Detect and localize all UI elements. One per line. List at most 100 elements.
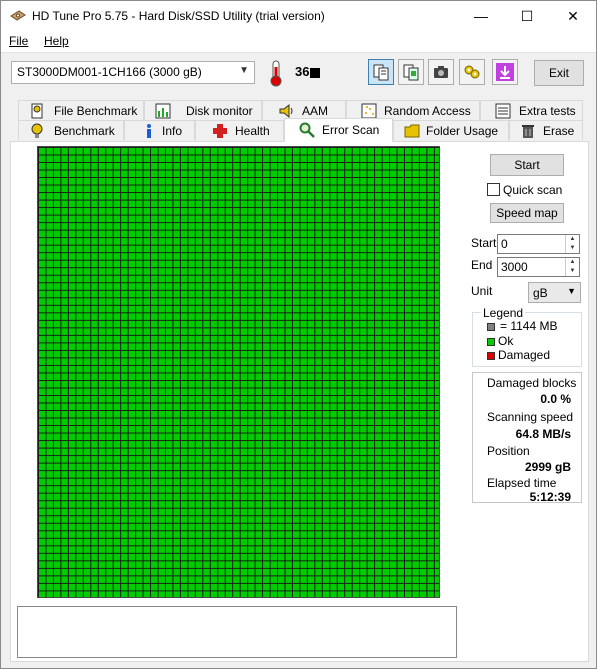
position-label: Position <box>487 444 530 458</box>
tab-label: Folder Usage <box>426 124 499 138</box>
copy-screenshot-icon <box>403 64 419 81</box>
log-output[interactable] <box>17 606 457 658</box>
camera-icon <box>434 66 448 78</box>
quick-scan-checkbox[interactable] <box>487 183 500 196</box>
tab-label: AAM <box>302 104 329 118</box>
scanning-speed-value: 64.8 MB/s <box>515 427 571 441</box>
window-title: HD Tune Pro 5.75 - Hard Disk/SSD Utility… <box>32 9 325 23</box>
end-position-field[interactable]: 3000 ▲ ▼ <box>497 257 580 277</box>
copy-screenshot-button[interactable] <box>398 59 424 85</box>
scanning-speed-label: Scanning speed <box>487 410 574 424</box>
toolbar: ST3000DM001-1CH166 (3000 gB) ▼ 36 Exit <box>1 54 596 94</box>
chevron-down-icon: ▼ <box>239 65 249 76</box>
legend-ok-label: Ok <box>498 334 514 348</box>
info-icon <box>141 123 157 139</box>
block-map <box>37 146 440 598</box>
close-button[interactable]: ✕ <box>550 1 596 31</box>
app-disk-icon <box>10 9 26 23</box>
tab-label: Info <box>162 124 183 138</box>
scan-stats: Damaged blocks 0.0 % Scanning speed 64.8… <box>472 372 582 504</box>
error-scan-panel: Start Quick scan Speed map Start 0 ▲ ▼ E… <box>10 141 589 662</box>
start-field-label: Start <box>471 236 497 250</box>
maximize-button[interactable]: ☐ <box>504 1 550 31</box>
tab-label: Error Scan <box>322 123 380 137</box>
temperature-readout: 36 <box>295 64 321 79</box>
random-access-icon <box>361 103 377 119</box>
tab-label: Health <box>235 124 270 138</box>
tab-disk-monitor[interactable]: Disk monitor <box>144 100 262 120</box>
legend-damaged-swatch <box>487 352 495 360</box>
legend-title: Legend <box>481 306 526 320</box>
tab-label: Erase <box>543 124 575 138</box>
speed-map-button[interactable]: Speed map <box>490 203 564 223</box>
save-button[interactable] <box>492 59 518 85</box>
tab-erase[interactable]: Erase <box>509 120 583 140</box>
spin-up-icon[interactable]: ▲ <box>565 258 579 267</box>
thermometer-icon <box>265 59 287 87</box>
spin-down-icon[interactable]: ▼ <box>565 267 579 276</box>
copy-text-button[interactable] <box>368 59 394 85</box>
end-position-value: 3000 <box>501 260 528 274</box>
menu-file-label: File <box>9 34 29 48</box>
start-position-field[interactable]: 0 ▲ ▼ <box>497 234 580 254</box>
lightbulb-icon <box>29 123 45 139</box>
extra-tests-icon <box>495 103 511 119</box>
trash-icon <box>520 123 536 139</box>
title-bar: HD Tune Pro 5.75 - Hard Disk/SSD Utility… <box>1 1 596 31</box>
speaker-icon <box>279 103 295 119</box>
temperature-unit-icon <box>310 67 321 78</box>
tab-label: File Benchmark <box>54 104 138 118</box>
tab-error-scan[interactable]: Error Scan <box>284 118 393 142</box>
options-button[interactable] <box>459 59 485 85</box>
copy-text-icon <box>373 64 389 81</box>
tab-info[interactable]: Info <box>124 120 195 140</box>
exit-button[interactable]: Exit <box>534 60 584 86</box>
health-cross-icon <box>212 123 228 139</box>
tab-random-access[interactable]: Random Access <box>346 100 480 120</box>
folder-icon <box>404 123 420 139</box>
tab-benchmark[interactable]: Benchmark <box>18 120 124 140</box>
drive-select[interactable]: ST3000DM001-1CH166 (3000 gB) ▼ <box>11 61 255 84</box>
minimize-button[interactable]: — <box>458 1 504 31</box>
disk-monitor-icon <box>155 103 171 119</box>
tab-label: Disk monitor <box>186 104 253 118</box>
start-position-value: 0 <box>501 237 508 251</box>
unit-select[interactable]: gB ▼ <box>528 282 581 303</box>
drive-select-value: ST3000DM001-1CH166 (3000 gB) <box>17 65 202 79</box>
save-arrow-icon <box>496 63 514 81</box>
legend-group: Legend = 1144 MB Ok Damaged <box>472 306 582 367</box>
block-grid <box>38 147 439 597</box>
spin-down-icon[interactable]: ▼ <box>565 244 579 253</box>
tab-health[interactable]: Health <box>195 120 284 140</box>
unit-select-value: gB <box>533 286 548 300</box>
end-field-label: End <box>471 258 493 272</box>
legend-ok-swatch <box>487 338 495 346</box>
app-window: HD Tune Pro 5.75 - Hard Disk/SSD Utility… <box>0 0 597 669</box>
chevron-down-icon: ▼ <box>567 286 576 296</box>
tab-label: Random Access <box>384 104 471 118</box>
position-value: 2999 gB <box>524 460 571 474</box>
menu-file[interactable]: File <box>9 34 28 48</box>
start-button[interactable]: Start <box>490 154 564 176</box>
tab-extra-tests[interactable]: Extra tests <box>480 100 583 120</box>
menu-help-label: Help <box>44 34 69 48</box>
elapsed-time-label: Elapsed time <box>487 476 557 490</box>
spin-up-icon[interactable]: ▲ <box>565 235 579 244</box>
legend-block-swatch <box>487 323 495 331</box>
tab-label: Extra tests <box>519 104 576 118</box>
tab-label: Benchmark <box>54 124 115 138</box>
file-benchmark-icon <box>29 103 45 119</box>
options-icon <box>464 65 480 79</box>
screenshot-button[interactable] <box>428 59 454 85</box>
tab-file-benchmark[interactable]: File Benchmark <box>18 100 144 120</box>
temperature-value: 36 <box>295 64 310 79</box>
menu-bar: File Help <box>1 31 596 53</box>
quick-scan-label: Quick scan <box>503 183 563 197</box>
legend-block-size: = 1144 MB <box>500 319 558 333</box>
damaged-blocks-label: Damaged blocks <box>487 376 577 390</box>
unit-label: Unit <box>471 284 493 298</box>
menu-help[interactable]: Help <box>44 34 69 48</box>
tab-folder-usage[interactable]: Folder Usage <box>393 120 509 140</box>
magnifier-icon <box>299 122 315 138</box>
tab-aam[interactable]: AAM <box>262 100 346 120</box>
